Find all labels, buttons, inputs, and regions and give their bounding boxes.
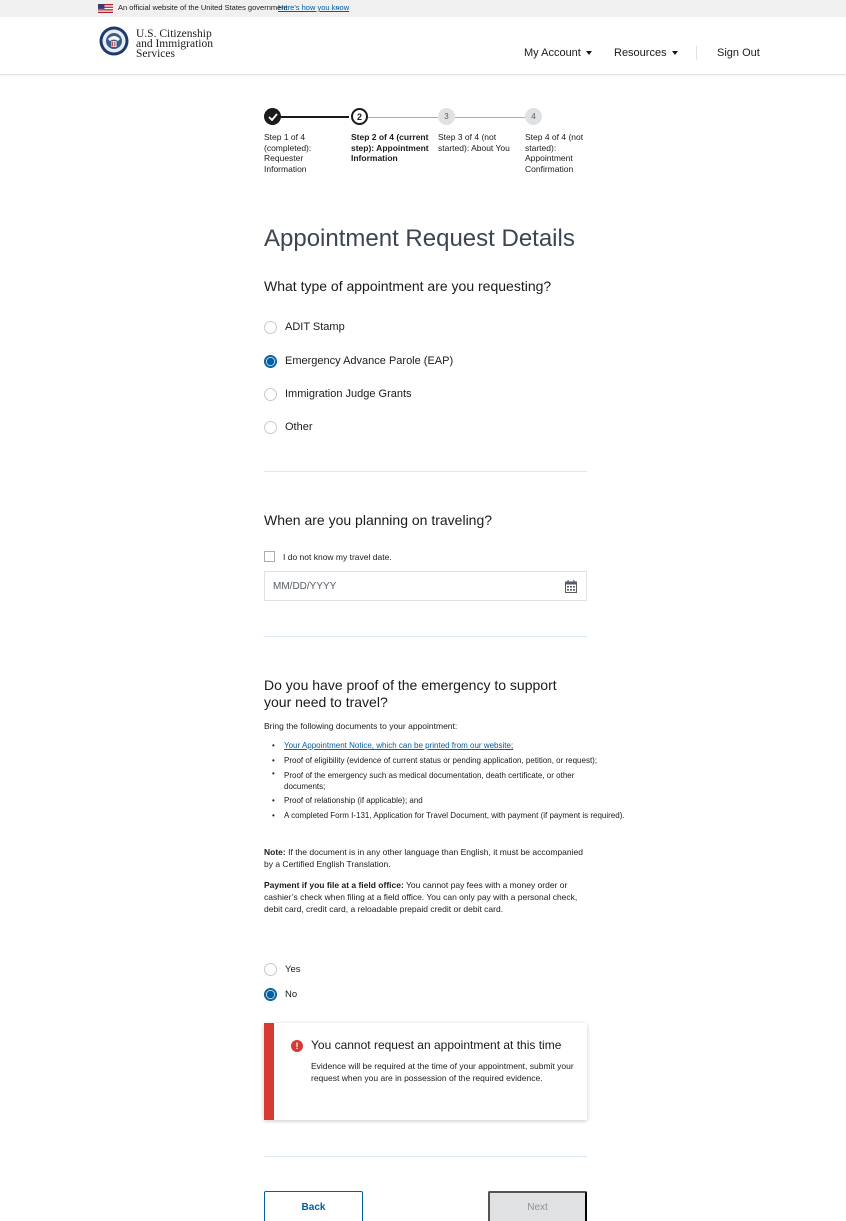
alert-heading: You cannot request an appointment at thi…	[311, 1038, 562, 1052]
step-3-not-started: 3	[438, 108, 455, 125]
required-documents-list: Your Appointment Notice, which can be pr…	[272, 739, 625, 823]
section-divider	[264, 1156, 587, 1157]
list-item: Proof of the emergency such as medical d…	[272, 768, 617, 794]
radio-button-selected[interactable]	[264, 987, 277, 1001]
step-1-completed	[264, 108, 281, 125]
next-button[interactable]: Next	[488, 1191, 587, 1221]
agency-name-line: Services	[136, 48, 175, 60]
caret-down-icon	[671, 51, 678, 56]
page-title: Appointment Request Details	[264, 225, 575, 252]
date-placeholder: MM/DD/YYYY	[273, 581, 337, 592]
error-alert: ! You cannot request an appointment at t…	[264, 1023, 587, 1120]
resources-label: Resources	[614, 47, 667, 59]
list-item: A completed Form I-131, Application for …	[272, 809, 625, 824]
unknown-travel-date-checkbox[interactable]: I do not know my travel date.	[264, 551, 392, 562]
my-account-label: My Account	[524, 47, 581, 59]
travel-date-input[interactable]: MM/DD/YYYY	[264, 571, 587, 601]
step-4-not-started: 4	[525, 108, 542, 125]
radio-label: Yes	[285, 963, 301, 975]
site-header: U.S. Citizenship and Immigration Service…	[0, 17, 846, 75]
radio-label: Immigration Judge Grants	[285, 388, 412, 400]
step-connector	[280, 116, 349, 118]
proof-question: Do you have proof of the emergency to su…	[264, 677, 557, 710]
travel-question: When are you planning on traveling?	[264, 512, 493, 528]
radio-label: Other	[285, 421, 313, 433]
radio-label: Emergency Advance Parole (EAP)	[285, 355, 454, 367]
payment-text: Payment if you file at a field office: Y…	[264, 879, 584, 915]
radio-label: ADIT Stamp	[285, 321, 345, 333]
radio-label: No	[285, 988, 298, 1000]
proof-intro: Bring the following documents to your ap…	[264, 721, 458, 731]
radio-adit-stamp[interactable]: ADIT Stamp	[264, 319, 345, 335]
gov-banner: An official website of the United States…	[0, 0, 846, 17]
agency-name[interactable]: U.S. Citizenship and Immigration Service…	[136, 28, 213, 60]
checkbox[interactable]	[264, 551, 275, 562]
step-2-current: 2	[351, 108, 368, 125]
gov-banner-text: An official website of the United States…	[118, 3, 288, 12]
radio-immigration-judge-grants[interactable]: Immigration Judge Grants	[264, 386, 412, 402]
sign-out-link[interactable]: Sign Out	[717, 47, 760, 59]
checkbox-label: I do not know my travel date.	[283, 551, 392, 562]
radio-button-selected[interactable]	[264, 354, 277, 368]
step-3-label: Step 3 of 4 (not started): About You	[438, 132, 510, 153]
radio-button[interactable]	[264, 320, 277, 334]
radio-emergency-advance-parole[interactable]: Emergency Advance Parole (EAP)	[264, 353, 453, 369]
note-body: If the document is in any other language…	[264, 847, 583, 869]
radio-button[interactable]	[264, 387, 277, 401]
radio-button[interactable]	[264, 962, 277, 976]
step-2-label: Step 2 of 4 (current step): Appointment …	[351, 132, 429, 163]
caret-down-icon	[585, 51, 592, 56]
radio-proof-no[interactable]: No	[264, 986, 297, 1002]
alert-body: Evidence will be required at the time of…	[311, 1061, 574, 1083]
radio-button[interactable]	[264, 420, 277, 434]
checkmark-icon	[267, 112, 278, 121]
radio-other[interactable]: Other	[264, 419, 313, 435]
nav-divider	[696, 46, 697, 60]
section-divider	[264, 636, 587, 637]
calendar-icon[interactable]	[565, 580, 577, 593]
list-item: Your Appointment Notice, which can be pr…	[272, 739, 625, 754]
step-1-label: Step 1 of 4 (completed): Requester Infor…	[264, 132, 312, 174]
back-button[interactable]: Back	[264, 1191, 363, 1221]
radio-proof-yes[interactable]: Yes	[264, 961, 301, 977]
payment-label: Payment if you file at a field office:	[264, 880, 404, 890]
appointment-type-question: What type of appointment are you request…	[264, 278, 552, 294]
list-item: Proof of eligibility (evidence of curren…	[272, 754, 625, 769]
my-account-menu[interactable]: My Account	[524, 47, 592, 59]
step-4-label: Step 4 of 4 (not started): Appointment C…	[525, 132, 584, 174]
step-connector	[368, 117, 438, 118]
us-flag-icon	[98, 4, 113, 13]
appointment-notice-link[interactable]: Your Appointment Notice, which can be pr…	[284, 741, 513, 750]
section-divider	[264, 471, 587, 472]
step-connector	[455, 117, 525, 118]
list-item: Proof of relationship (if applicable); a…	[272, 794, 625, 809]
note-label: Note:	[264, 847, 286, 857]
chevron-down-icon[interactable]: ⌄	[335, 3, 341, 11]
note-text: Note: If the document is in any other la…	[264, 846, 584, 870]
uscis-seal-icon[interactable]	[99, 26, 129, 56]
error-icon: !	[291, 1040, 303, 1052]
resources-menu[interactable]: Resources	[614, 47, 678, 59]
